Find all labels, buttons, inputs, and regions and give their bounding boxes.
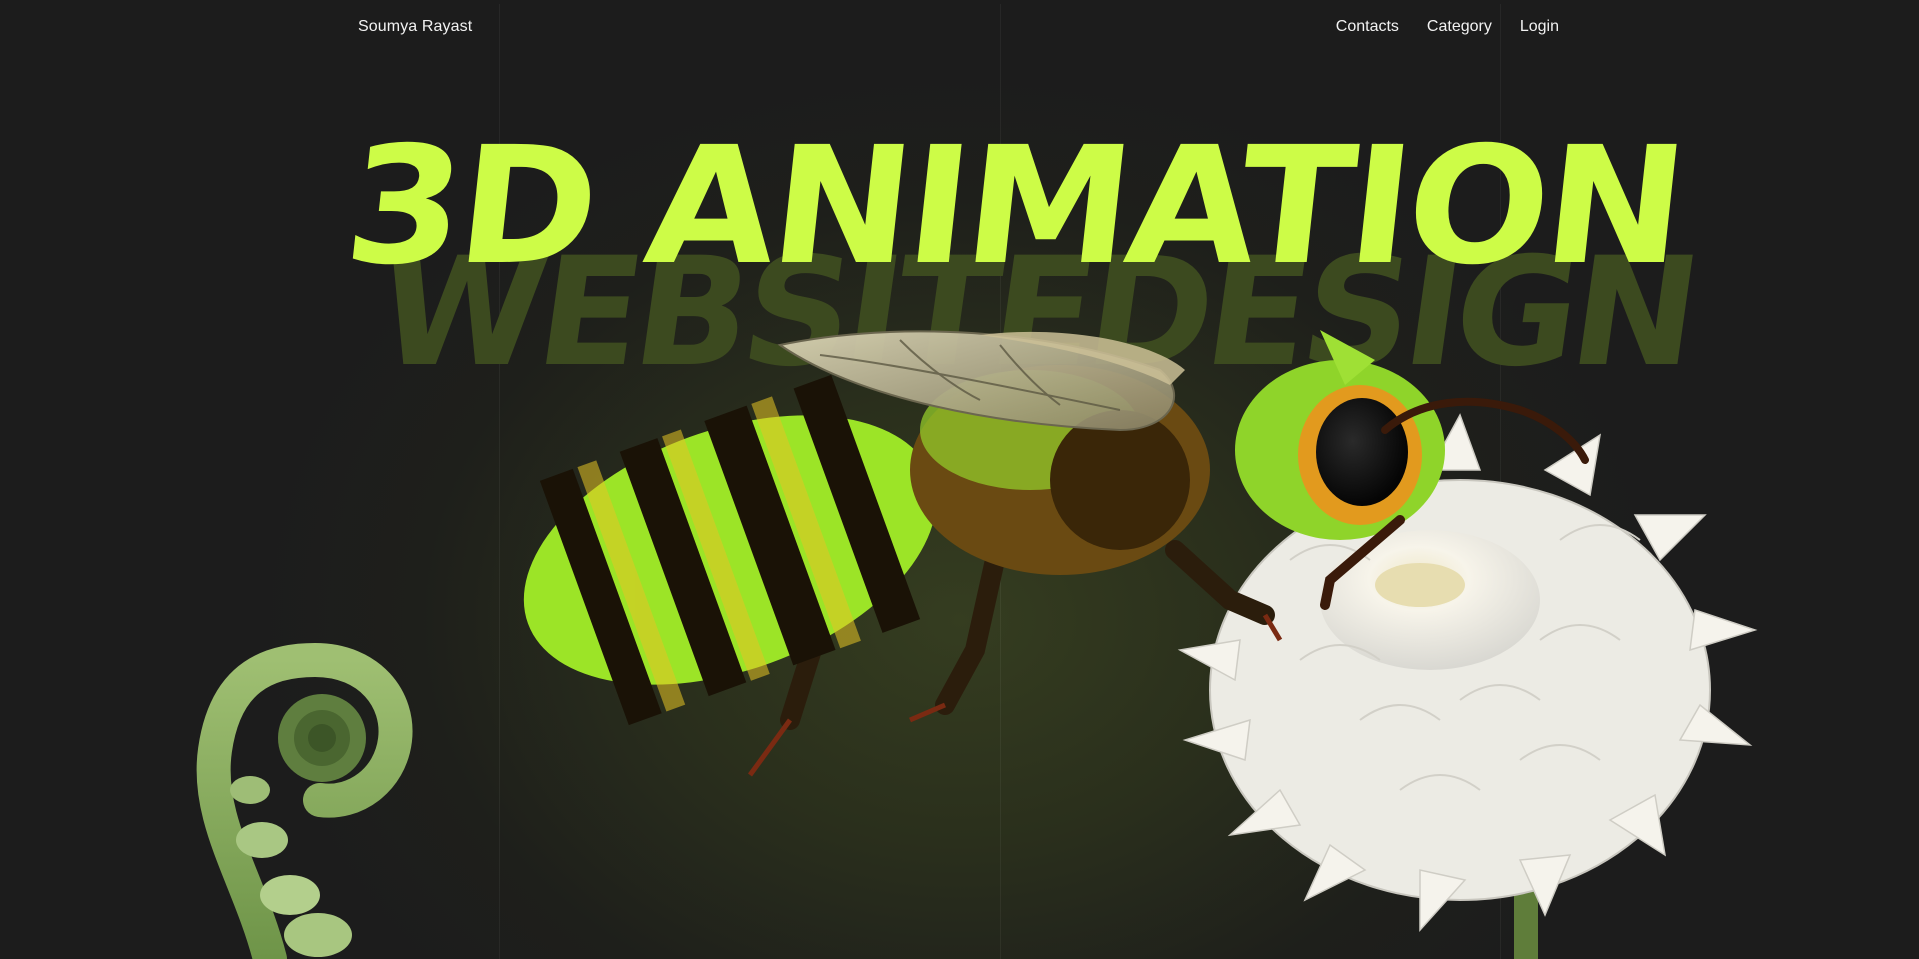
fern-icon — [196, 642, 413, 959]
hero-artwork — [196, 330, 1758, 959]
